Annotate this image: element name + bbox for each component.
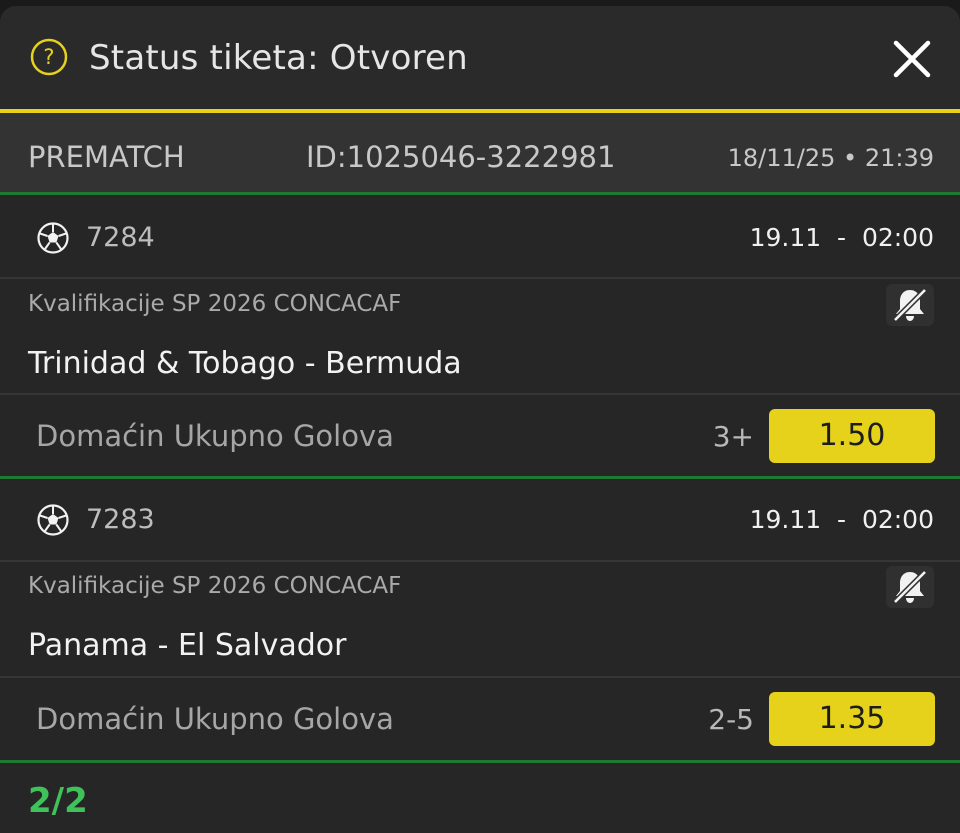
row-divider <box>0 393 960 395</box>
ticket-status-modal: ? Status tiketa: Otvoren PREMATCH ID:102… <box>0 6 960 833</box>
selection-value: 3+ <box>712 420 754 453</box>
row-divider <box>0 676 960 678</box>
ticket-datetime: 18/11/25 • 21:39 <box>727 144 934 172</box>
close-icon[interactable] <box>890 37 934 81</box>
row-divider <box>0 277 960 279</box>
row-divider <box>0 560 960 562</box>
market-name: Domaćin Ukupno Golova <box>36 702 394 736</box>
section-divider <box>0 476 960 479</box>
event-id: 7283 <box>86 504 155 535</box>
svg-text:?: ? <box>43 45 54 69</box>
ticket-footer: 2/2 <box>0 764 960 833</box>
bell-off-icon <box>893 288 927 322</box>
soccer-ball-icon <box>37 222 69 254</box>
notification-toggle[interactable] <box>886 284 934 326</box>
selection-value: 2-5 <box>708 703 754 736</box>
soccer-ball-icon <box>37 504 69 536</box>
market-name: Domaćin Ukupno Golova <box>36 419 394 453</box>
notification-toggle[interactable] <box>886 566 934 608</box>
match-name: Panama - El Salvador <box>28 628 347 663</box>
match-name: Trinidad & Tobago - Bermuda <box>28 346 462 381</box>
odds-button[interactable]: 1.50 <box>769 409 935 463</box>
events-count: 2/2 <box>28 781 88 821</box>
ticket-status-title: Status tiketa: Otvoren <box>89 38 468 78</box>
ticket-id: ID:1025046-3222981 <box>306 140 616 174</box>
league-name: Kvalifikacije SP 2026 CONCACAF <box>28 573 402 599</box>
modal-header: ? Status tiketa: Otvoren <box>0 6 960 109</box>
event-time: 19.11 - 02:00 <box>749 223 934 252</box>
question-circle-icon[interactable]: ? <box>30 38 68 76</box>
section-divider <box>0 760 960 763</box>
league-name: Kvalifikacije SP 2026 CONCACAF <box>28 291 402 317</box>
section-divider <box>0 192 960 195</box>
ticket-type: PREMATCH <box>28 140 185 174</box>
event-id: 7284 <box>86 222 155 253</box>
odds-button[interactable]: 1.35 <box>769 692 935 746</box>
bell-off-icon <box>893 570 927 604</box>
event-time: 19.11 - 02:00 <box>749 505 934 534</box>
ticket-info-bar: PREMATCH ID:1025046-3222981 18/11/25 • 2… <box>0 113 960 192</box>
